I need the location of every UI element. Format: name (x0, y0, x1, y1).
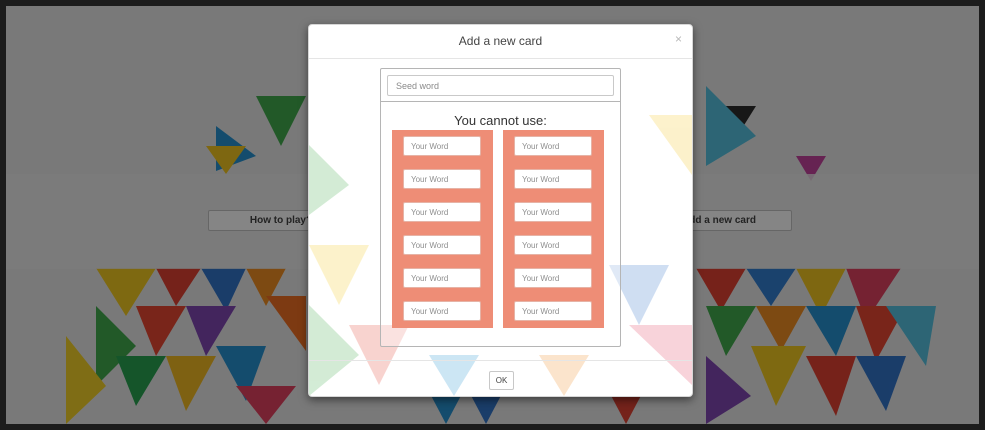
forbidden-word-input[interactable] (403, 301, 481, 321)
dialog-header: Add a new card × (309, 25, 692, 59)
forbidden-word-input[interactable] (514, 235, 592, 255)
forbidden-word-input[interactable] (403, 169, 481, 189)
forbidden-word-input[interactable] (514, 301, 592, 321)
forbidden-word-input[interactable] (514, 136, 592, 156)
dialog-title: Add a new card (458, 34, 543, 48)
seed-word-input[interactable] (387, 75, 614, 96)
forbidden-word-input[interactable] (403, 268, 481, 288)
forbidden-word-input[interactable] (514, 169, 592, 189)
forbidden-word-input[interactable] (514, 202, 592, 222)
forbidden-word-input[interactable] (403, 136, 481, 156)
forbidden-words-column-left (392, 130, 493, 328)
forbidden-word-input[interactable] (403, 235, 481, 255)
forbidden-word-input[interactable] (514, 268, 592, 288)
forbidden-word-input[interactable] (403, 202, 481, 222)
forbidden-words-label: You cannot use: (454, 113, 547, 128)
add-card-dialog: Add a new card × You cannot use: OK (308, 24, 693, 397)
close-icon[interactable]: × (675, 32, 682, 46)
screen-frame: TABOO GAME How to play? Add a new card A… (0, 0, 985, 430)
forbidden-words-column-right (503, 130, 604, 328)
ok-button[interactable]: OK (489, 371, 514, 390)
card-divider (380, 101, 621, 102)
